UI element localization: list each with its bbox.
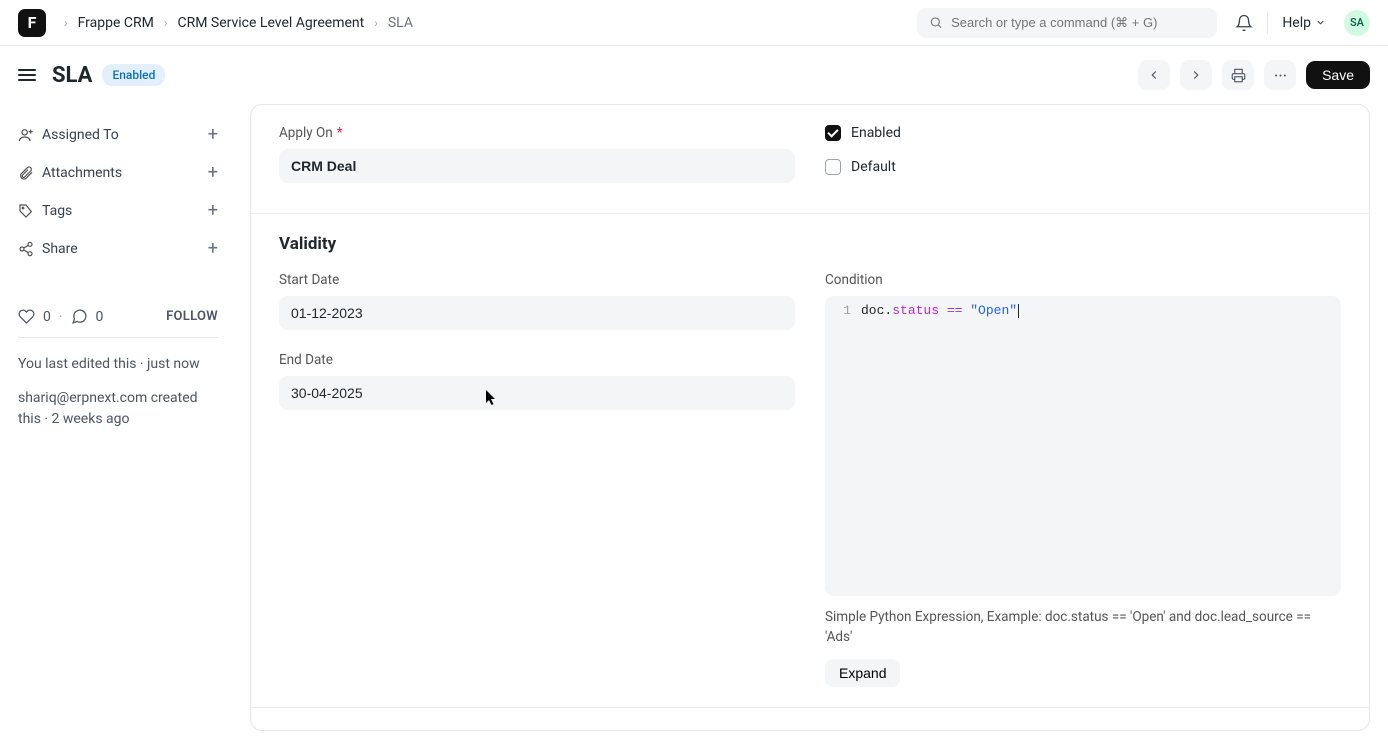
main: Assigned To + Attachments + Tags + Share… [0, 104, 1388, 749]
sidebar-toggle-icon[interactable] [18, 69, 36, 81]
tag-icon [18, 203, 34, 219]
expand-button[interactable]: Expand [825, 659, 900, 687]
sidebar-item-label: Assigned To [42, 127, 119, 143]
comments-count: 0 [96, 309, 104, 325]
app-logo[interactable]: F [18, 9, 46, 37]
code-content: doc.status == "Open" [861, 302, 1019, 590]
condition-code-editor[interactable]: 1 doc.status == "Open" [825, 296, 1341, 596]
breadcrumb-doctype[interactable]: CRM Service Level Agreement [177, 15, 364, 31]
engagement-stats: 0 · 0 FOLLOW [18, 308, 218, 337]
sidebar-item-label: Tags [42, 203, 72, 219]
doc-title: SLA [52, 63, 92, 88]
end-date-label: End Date [279, 352, 795, 368]
default-label: Default [851, 159, 896, 175]
breadcrumb-current: SLA [388, 15, 413, 31]
more-button[interactable] [1264, 60, 1296, 90]
chevron-right-icon: › [160, 16, 172, 30]
start-date-input[interactable] [279, 296, 795, 330]
form-sidebar: Assigned To + Attachments + Tags + Share… [18, 104, 218, 731]
breadcrumb: › Frappe CRM › CRM Service Level Agreeme… [60, 15, 413, 31]
code-line-number: 1 [825, 302, 861, 590]
plus-icon[interactable]: + [208, 164, 218, 182]
sidebar-item-share[interactable]: Share + [18, 230, 218, 268]
checkbox-unchecked-icon [825, 159, 841, 175]
sidebar-item-tags[interactable]: Tags + [18, 192, 218, 230]
divider [1267, 12, 1268, 34]
condition-help-text: Simple Python Expression, Example: doc.s… [825, 608, 1341, 647]
plus-icon[interactable]: + [208, 240, 218, 258]
user-plus-icon [18, 127, 34, 143]
checkbox-checked-icon [825, 125, 841, 141]
end-date-input[interactable] [279, 376, 795, 410]
apply-on-label: Apply On* [279, 125, 795, 141]
plus-icon[interactable]: + [208, 126, 218, 144]
response-section-title: Response and Follow Up [279, 728, 1341, 731]
default-checkbox[interactable]: Default [825, 159, 1341, 175]
form-card: Apply On* Enabled Default [250, 104, 1370, 731]
apply-on-input[interactable] [279, 149, 795, 183]
follow-button[interactable]: FOLLOW [166, 309, 218, 324]
enabled-checkbox[interactable]: Enabled [825, 125, 1341, 141]
chevron-right-icon [1189, 68, 1203, 82]
help-label: Help [1282, 15, 1311, 31]
print-button[interactable] [1222, 60, 1254, 90]
more-horizontal-icon [1273, 68, 1288, 83]
status-badge: Enabled [102, 64, 165, 86]
search-icon [929, 15, 943, 30]
divider [18, 337, 218, 338]
printer-icon [1231, 68, 1246, 83]
chevron-left-icon [1147, 68, 1161, 82]
chevron-right-icon: › [60, 16, 72, 30]
breadcrumb-app[interactable]: Frappe CRM [78, 15, 154, 31]
search-input[interactable] [951, 15, 1205, 30]
topbar: F › Frappe CRM › CRM Service Level Agree… [0, 0, 1388, 46]
comment-icon[interactable] [71, 308, 88, 325]
help-menu[interactable]: Help [1282, 15, 1326, 31]
save-button[interactable]: Save [1306, 61, 1370, 89]
paperclip-icon [18, 165, 34, 181]
bell-icon[interactable] [1235, 14, 1253, 32]
prev-button[interactable] [1138, 60, 1170, 90]
start-date-label: Start Date [279, 272, 795, 288]
likes-count: 0 [43, 309, 51, 325]
enabled-label: Enabled [851, 125, 901, 141]
condition-label: Condition [825, 272, 1341, 288]
chevron-down-icon [1315, 17, 1326, 28]
title-row: SLA Enabled Save [0, 46, 1388, 104]
chevron-right-icon: › [370, 16, 382, 30]
heart-icon[interactable] [18, 308, 35, 325]
last-edited-meta: You last edited this · just now [18, 354, 218, 374]
plus-icon[interactable]: + [208, 202, 218, 220]
global-search[interactable] [917, 8, 1217, 38]
sidebar-item-label: Attachments [42, 165, 122, 181]
sidebar-item-label: Share [42, 241, 78, 257]
share-icon [18, 241, 34, 257]
validity-section-title: Validity [279, 234, 1341, 254]
user-avatar[interactable]: SA [1344, 10, 1370, 36]
next-button[interactable] [1180, 60, 1212, 90]
sidebar-item-assigned-to[interactable]: Assigned To + [18, 116, 218, 154]
created-by-meta: shariq@erpnext.com created this · 2 week… [18, 388, 218, 429]
sidebar-item-attachments[interactable]: Attachments + [18, 154, 218, 192]
